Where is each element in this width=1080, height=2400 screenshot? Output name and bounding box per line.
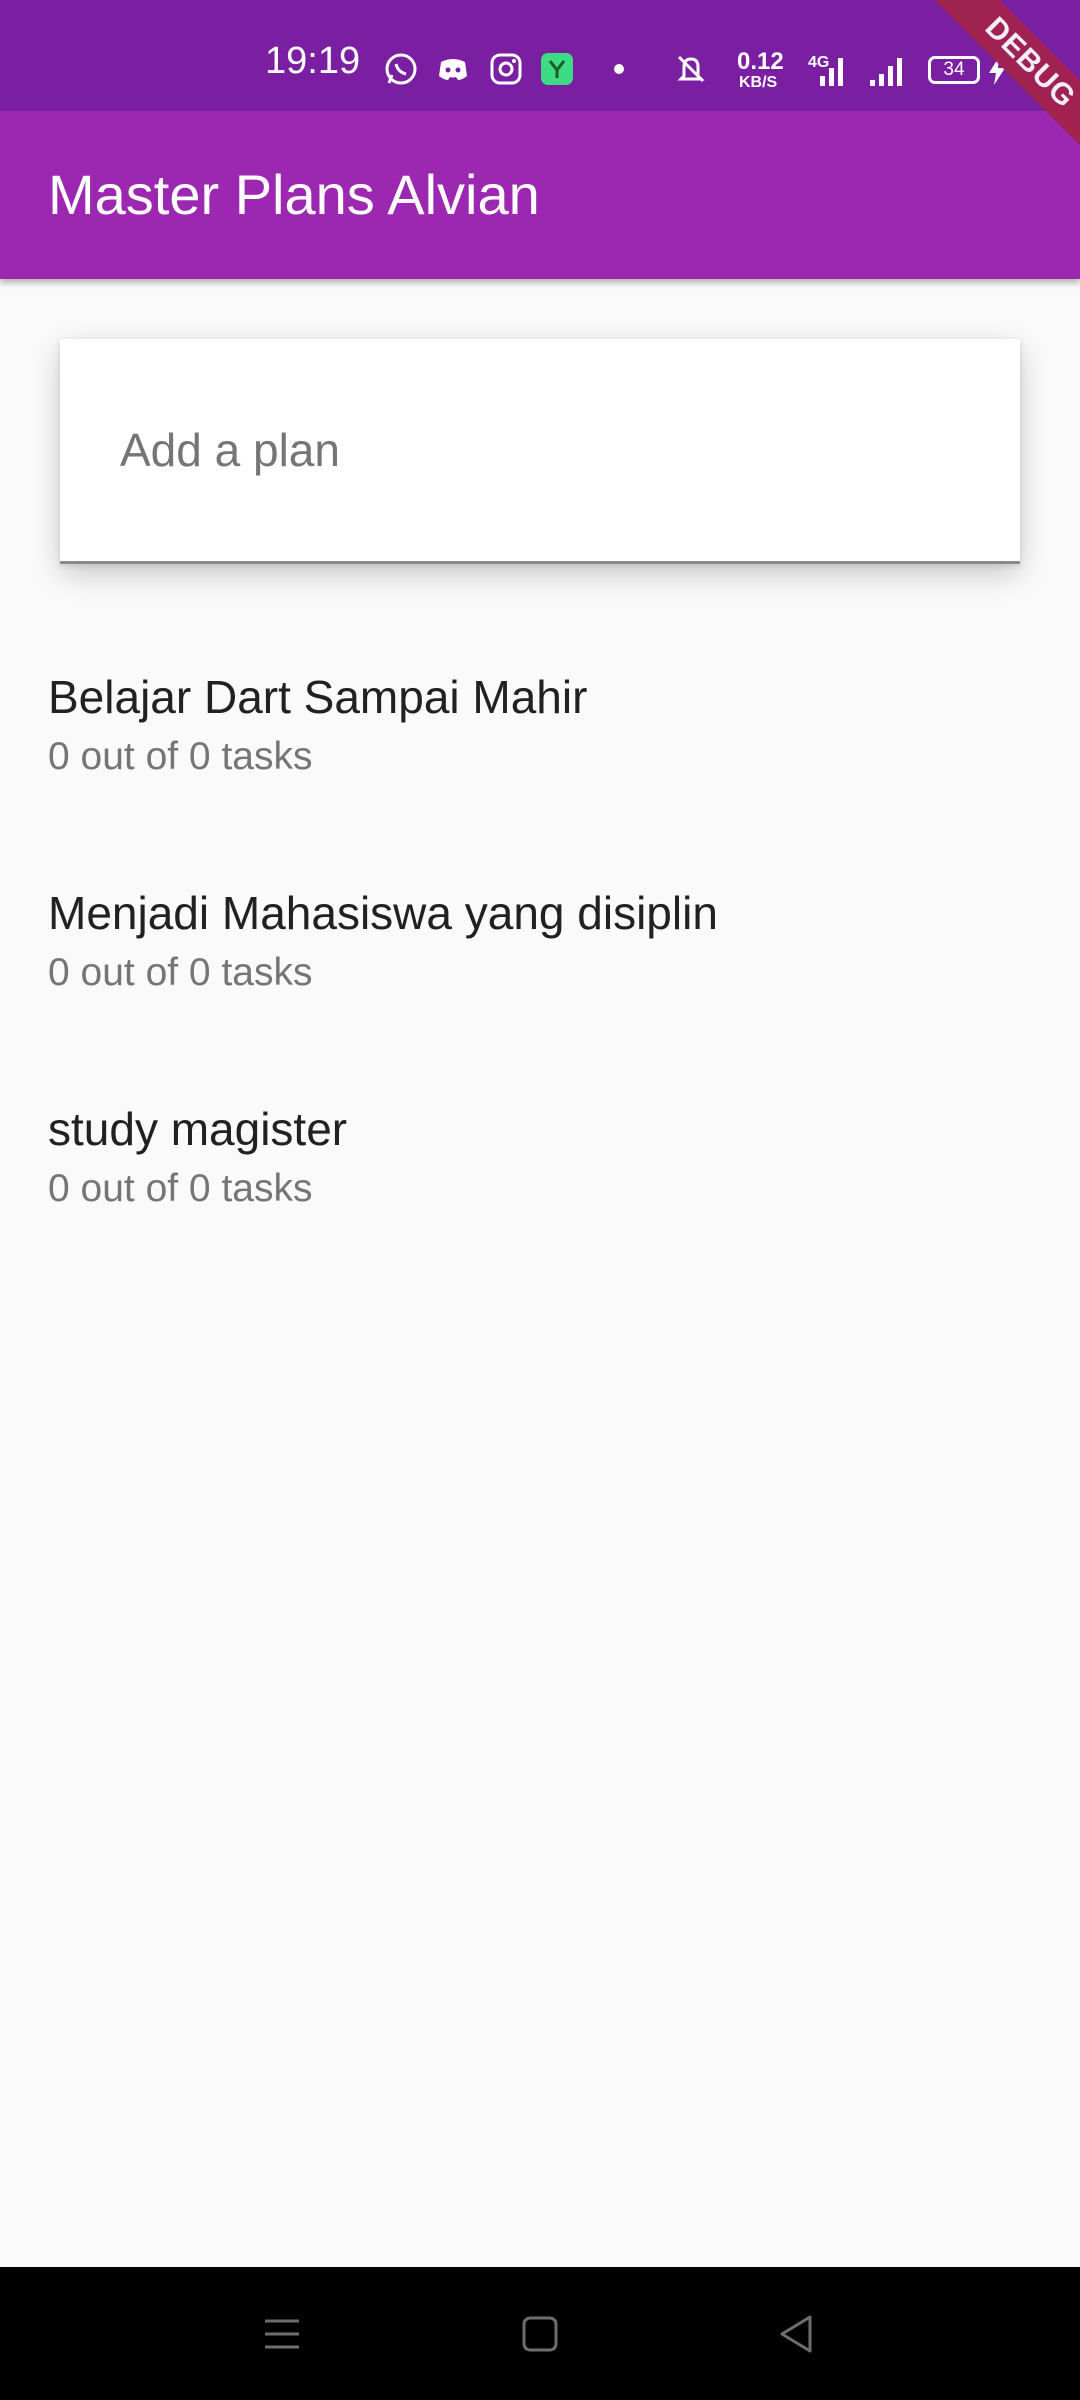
- status-time: 19:19: [265, 40, 361, 82]
- app-bar: Master Plans Alvian: [0, 111, 1080, 279]
- status-bar: 19:19 0.12 KB/S 4G 34: [0, 0, 1080, 111]
- discord-icon: [439, 59, 467, 80]
- dot-icon: [614, 64, 624, 74]
- plan-subtitle: 0 out of 0 tasks: [48, 1167, 313, 1210]
- list-item[interactable]: Belajar Dart Sampai Mahir 0 out of 0 tas…: [0, 670, 1080, 886]
- screen: 19:19 0.12 KB/S 4G 34 Master Plans Alvia…: [0, 0, 1080, 2400]
- plan-title: Menjadi Mahasiswa yang disiplin: [48, 887, 718, 939]
- add-plan-card: [60, 339, 1020, 564]
- menu-icon[interactable]: [249, 2301, 315, 2367]
- net-unit: KB/S: [739, 74, 778, 91]
- list-item[interactable]: Menjadi Mahasiswa yang disiplin 0 out of…: [0, 886, 1080, 1102]
- system-nav-bar: [0, 2267, 1080, 2400]
- vibrate-icon: [677, 55, 705, 83]
- add-plan-underline: [60, 561, 1020, 564]
- add-plan-input[interactable]: [60, 339, 1020, 561]
- plan-subtitle: 0 out of 0 tasks: [48, 735, 313, 778]
- list-item[interactable]: study magister 0 out of 0 tasks: [0, 1102, 1080, 1318]
- instagram-icon: [490, 53, 522, 85]
- plan-subtitle: 0 out of 0 tasks: [48, 951, 313, 994]
- whatsapp-icon: [385, 53, 417, 85]
- page-title: Master Plans Alvian: [48, 163, 540, 226]
- plan-title: study magister: [48, 1103, 348, 1155]
- plan-title: Belajar Dart Sampai Mahir: [48, 671, 588, 723]
- battery-indicator: 34: [928, 56, 980, 84]
- back-icon[interactable]: [764, 2301, 830, 2367]
- signal-icon: [820, 58, 843, 86]
- app-store-icon: [541, 53, 573, 85]
- home-icon[interactable]: [507, 2301, 573, 2367]
- net-speed: 0.12: [737, 48, 784, 75]
- signal-icon: [870, 58, 902, 86]
